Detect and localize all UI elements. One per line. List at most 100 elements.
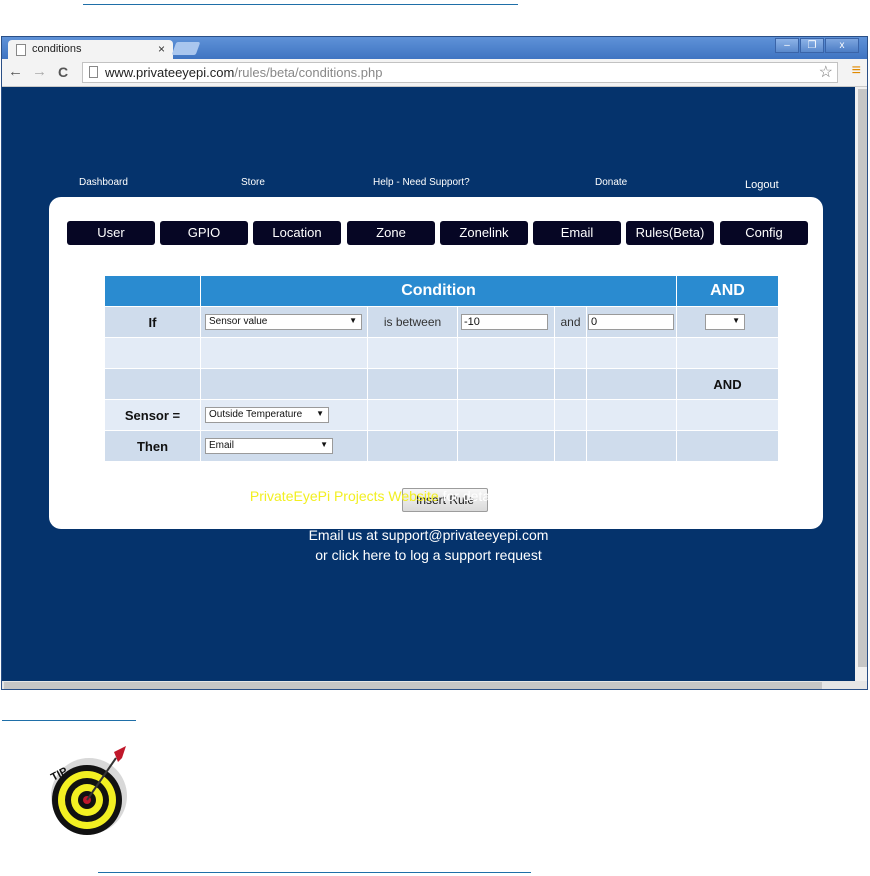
nav-link-logout[interactable]: Logout <box>745 179 779 191</box>
if-label: If <box>104 306 201 338</box>
tab-title: conditions <box>32 43 82 55</box>
reload-icon[interactable]: C <box>58 64 68 80</box>
nav-button-gpio[interactable]: GPIO <box>160 221 248 245</box>
page-viewport: Dashboard Store Help - Need Support? Don… <box>2 87 855 681</box>
table-cell <box>200 368 368 400</box>
email-line[interactable]: Email us at support@privateeyepi.com <box>2 527 855 543</box>
forward-icon[interactable]: → <box>32 63 47 80</box>
table-cell <box>457 368 555 400</box>
browser-toolbar: ← → C www.privateeyepi.com/rules/beta/co… <box>2 59 867 87</box>
min-value-input[interactable]: -10 <box>461 314 548 330</box>
close-window-button[interactable]: x <box>825 38 859 53</box>
projects-website-link[interactable]: PrivateEyePi Projects Website <box>250 488 439 504</box>
table-cell: ▼ <box>676 306 780 338</box>
nav-link-donate[interactable]: Donate <box>595 177 627 188</box>
browser-tab[interactable]: conditions × <box>8 40 173 59</box>
sensor-label: Sensor = <box>104 399 201 431</box>
nav-button-config[interactable]: Config <box>720 221 808 245</box>
header-condition: Condition <box>199 275 678 307</box>
visit-suffix: for detailed installation instructions. <box>438 488 661 504</box>
bookmark-star-icon[interactable]: ☆ <box>819 62 833 82</box>
and-select[interactable]: ▼ <box>705 314 746 330</box>
table-cell: -10 <box>457 306 555 338</box>
bottom-divider <box>98 872 531 873</box>
url-path: /rules/beta/conditions.php <box>234 65 383 80</box>
table-row: Sensor = Outside Temperature ▼ <box>104 399 780 431</box>
nav-link-help[interactable]: Help - Need Support? <box>373 177 470 188</box>
minimize-button[interactable]: – <box>775 38 799 53</box>
section-divider <box>2 720 136 721</box>
table-cell <box>104 368 201 400</box>
table-cell <box>676 430 780 462</box>
nav-link-dashboard[interactable]: Dashboard <box>79 177 128 188</box>
select-value: Sensor value <box>209 316 268 327</box>
support-request-link[interactable]: or click here to log a support request <box>2 547 855 563</box>
url-host: www.privateeyepi.com <box>105 65 235 80</box>
title-bar: conditions × – ❐ x <box>2 37 867 59</box>
restore-button[interactable]: ❐ <box>800 38 824 53</box>
is-between-label: is between <box>367 306 458 338</box>
and-label: AND <box>676 368 780 400</box>
nav-button-location[interactable]: Location <box>253 221 341 245</box>
then-label: Then <box>104 430 201 462</box>
table-cell <box>104 337 201 369</box>
visit-prefix: Visit the <box>196 488 250 504</box>
nav-button-zone[interactable]: Zone <box>347 221 435 245</box>
menu-icon[interactable]: ≡ <box>852 62 861 80</box>
browser-window: conditions × – ❐ x ← → C www.privateeyep… <box>1 36 868 690</box>
sensor-select[interactable]: Outside Temperature ▼ <box>205 407 329 423</box>
page-icon <box>89 66 98 78</box>
nav-button-rules[interactable]: Rules(Beta) <box>626 221 714 245</box>
table-cell <box>554 430 587 462</box>
table-row: AND <box>104 368 780 400</box>
nav-button-email[interactable]: Email <box>533 221 621 245</box>
address-bar[interactable]: www.privateeyepi.com/rules/beta/conditio… <box>82 62 838 83</box>
and-text: and <box>554 306 587 338</box>
table-cell <box>585 337 678 369</box>
table-cell <box>200 337 368 369</box>
header-and: AND <box>676 275 780 307</box>
rules-table: Condition AND If Sensor value ▼ is betwee… <box>104 275 780 462</box>
back-icon[interactable]: ← <box>8 63 23 80</box>
chevron-down-icon: ▼ <box>732 316 741 325</box>
action-select[interactable]: Email ▼ <box>205 438 333 454</box>
top-divider <box>83 4 518 5</box>
table-cell: Email ▼ <box>200 430 368 462</box>
table-cell <box>585 399 678 431</box>
max-value-input[interactable]: 0 <box>588 314 674 330</box>
table-header-row: Condition AND <box>104 275 780 307</box>
rules-panel: User GPIO Location Zone Zonelink Email R… <box>49 197 823 529</box>
vertical-scroll-thumb[interactable] <box>858 89 867 667</box>
window-controls: – ❐ x <box>774 38 859 54</box>
table-row: Then Email ▼ <box>104 430 780 462</box>
table-row <box>104 337 780 369</box>
table-cell <box>457 430 555 462</box>
tab-close-icon[interactable]: × <box>158 42 165 56</box>
visit-line: Visit the PrivateEyePi Projects Website … <box>2 488 855 504</box>
table-cell <box>367 430 458 462</box>
table-cell <box>367 337 458 369</box>
table-cell: Outside Temperature ▼ <box>200 399 368 431</box>
chevron-down-icon: ▼ <box>316 409 324 418</box>
table-cell <box>457 399 555 431</box>
nav-button-zonelink[interactable]: Zonelink <box>440 221 528 245</box>
table-cell <box>367 399 458 431</box>
nav-link-store[interactable]: Store <box>241 177 265 188</box>
chevron-down-icon: ▼ <box>320 440 328 449</box>
select-value: Outside Temperature <box>209 409 303 420</box>
table-cell <box>676 337 780 369</box>
sensor-value-select[interactable]: Sensor value ▼ <box>205 314 362 330</box>
nav-button-user[interactable]: User <box>67 221 155 245</box>
table-cell <box>585 430 678 462</box>
chevron-down-icon: ▼ <box>349 316 357 325</box>
table-cell <box>585 368 678 400</box>
table-cell: Sensor value ▼ <box>200 306 368 338</box>
table-row: If Sensor value ▼ is between -10 and 0 ▼ <box>104 306 780 338</box>
horizontal-scroll-thumb[interactable] <box>4 682 822 689</box>
table-cell <box>676 399 780 431</box>
table-cell <box>554 399 587 431</box>
new-tab-button[interactable] <box>171 42 201 55</box>
table-cell <box>367 368 458 400</box>
tip-target-icon: TIP <box>49 746 127 835</box>
table-cell <box>554 337 587 369</box>
